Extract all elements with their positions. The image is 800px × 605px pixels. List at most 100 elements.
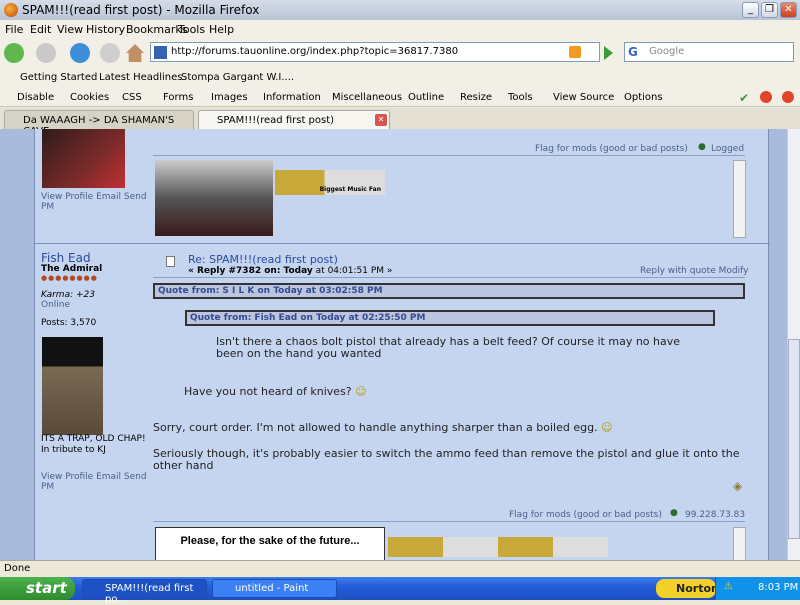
post-frame: View Profile Email Send PM Flag for mods…: [34, 129, 770, 560]
task-paint[interactable]: untitled - Paint: [212, 579, 337, 598]
start-button[interactable]: start: [0, 577, 75, 600]
scrollbar-thumb[interactable]: [788, 339, 800, 539]
navigation-toolbar: http://forums.tauonline.org/index.php?to…: [0, 38, 800, 68]
smiley-icon: ☺: [355, 385, 367, 398]
member-rank: The Admiral: [41, 264, 103, 274]
reply-info: « Reply #7382 on: Today at 04:01:51 PM »: [188, 266, 392, 276]
forward-icon[interactable]: [36, 43, 56, 63]
reload-icon[interactable]: [70, 43, 90, 63]
title-bar: SPAM!!!(read first post) - Mozilla Firef…: [0, 0, 800, 20]
back-icon[interactable]: [4, 43, 24, 63]
tab-shamans-cave[interactable]: Da WAAAGH -> DA SHAMAN'S CAVE: [4, 110, 194, 137]
bookmark-latest-headlines[interactable]: Latest Headlines: [99, 72, 183, 83]
globe-icon: ●: [670, 508, 678, 518]
dev-information[interactable]: Information: [263, 92, 321, 103]
signature-scrollbar[interactable]: [733, 160, 746, 238]
post-count: Posts: 3,570: [41, 318, 97, 328]
user-text: In tribute to KJ: [41, 445, 106, 455]
menu-help[interactable]: Help: [209, 23, 234, 36]
signature-image: [155, 160, 273, 236]
taskbar: start SPAM!!!(read first po... untitled …: [0, 577, 800, 605]
divider: [153, 277, 745, 278]
flag-link[interactable]: Flag for mods (good or bad posts): [535, 144, 688, 154]
dev-resize[interactable]: Resize: [460, 92, 492, 103]
post-title[interactable]: Re: SPAM!!!(read first post): [188, 253, 338, 266]
post-separator: [35, 243, 770, 244]
system-tray: ⚠ 8:03 PM: [715, 577, 800, 600]
rank-stars: ●●●●●●●●: [41, 274, 98, 282]
url-text: http://forums.tauonline.org/index.php?to…: [171, 46, 459, 57]
author-name[interactable]: Fish Ead: [41, 251, 91, 265]
go-icon[interactable]: [604, 46, 613, 60]
banner-images: [388, 537, 608, 557]
report-icon[interactable]: ◈: [733, 479, 742, 493]
avatar: [42, 129, 125, 188]
error-icon[interactable]: [760, 91, 772, 103]
dev-css[interactable]: CSS: [122, 92, 142, 103]
divider: [153, 155, 745, 156]
firefox-icon: [4, 3, 18, 17]
warning-icon[interactable]: [782, 91, 794, 103]
stop-icon[interactable]: [100, 43, 120, 63]
karma: Karma: +23: [41, 290, 95, 300]
tab-label: SPAM!!!(read first post): [217, 115, 335, 126]
menu-history[interactable]: History: [86, 23, 125, 36]
profile-links[interactable]: View Profile Email Send PM: [41, 472, 151, 492]
dev-view-source[interactable]: View Source: [553, 92, 614, 103]
minimize-button[interactable]: _: [742, 2, 759, 18]
norton-label: Norton: [676, 582, 719, 595]
profile-links[interactable]: View Profile Email Send PM: [41, 192, 151, 212]
dev-options[interactable]: Options: [624, 92, 663, 103]
dev-miscellaneous[interactable]: Miscellaneous: [332, 92, 402, 103]
dev-images[interactable]: Images: [211, 92, 248, 103]
dev-forms[interactable]: Forms: [163, 92, 193, 103]
post-text: Seriously though, it's probably easier t…: [153, 447, 740, 472]
home-icon[interactable]: [126, 44, 144, 62]
search-placeholder: Google: [649, 46, 685, 57]
status-bar: Done: [0, 560, 800, 577]
web-developer-toolbar: Disable Cookies CSS Forms Images Informa…: [0, 87, 800, 107]
signature-image: Please, for the sake of the future...: [155, 527, 385, 560]
user-text: ITS A TRAP, OLD CHAP!: [41, 434, 146, 444]
quote-header[interactable]: Quote from: Fish Ead on Today at 02:25:5…: [185, 310, 715, 326]
rss-icon[interactable]: [569, 46, 581, 58]
task-firefox[interactable]: SPAM!!!(read first po...: [82, 579, 207, 605]
dev-tools[interactable]: Tools: [508, 92, 533, 103]
flag-link[interactable]: Flag for mods (good or bad posts): [509, 510, 662, 520]
status-text: Done: [4, 563, 31, 574]
ip-address: 99.228.73.83: [685, 510, 746, 520]
signature-scrollbar[interactable]: [733, 527, 746, 560]
logged-label: Logged: [711, 144, 745, 154]
post-actions[interactable]: Reply with quote Modify: [640, 266, 748, 276]
music-fan-banner: Biggest Music Fan: [275, 170, 385, 195]
page-scrollbar[interactable]: [787, 129, 800, 560]
tab-spam[interactable]: SPAM!!!(read first post) ✕: [198, 110, 390, 129]
dev-outline[interactable]: Outline: [408, 92, 444, 103]
norton-button[interactable]: Norton: [656, 579, 719, 598]
dev-cookies[interactable]: Cookies: [70, 92, 109, 103]
menu-tools[interactable]: Tools: [178, 23, 205, 36]
menu-edit[interactable]: Edit: [30, 23, 51, 36]
menu-view[interactable]: View: [57, 23, 83, 36]
close-button[interactable]: ✕: [780, 2, 797, 18]
dev-disable[interactable]: Disable: [17, 92, 54, 103]
avatar: [42, 337, 103, 435]
signature-text: Please, for the sake of the future...: [180, 535, 360, 547]
maximize-button[interactable]: ❐: [761, 2, 778, 18]
menu-file[interactable]: File: [5, 23, 23, 36]
post-icon: [166, 256, 175, 267]
warning-icon[interactable]: ⚠: [724, 581, 733, 592]
bookmark-stompa[interactable]: Stompa Gargant W.I....: [181, 72, 294, 83]
quote-header[interactable]: Quote from: S I L K on Today at 03:02:58…: [153, 283, 745, 299]
tab-close-icon[interactable]: ✕: [375, 114, 387, 126]
clock: 8:03 PM: [758, 582, 799, 593]
quote-line: Have you not heard of knives? ☺: [184, 385, 367, 398]
bookmark-getting-started[interactable]: Getting Started: [20, 72, 97, 83]
quote-text: Have you not heard of knives?: [184, 385, 352, 398]
url-input[interactable]: http://forums.tauonline.org/index.php?to…: [150, 42, 600, 62]
divider: [153, 521, 745, 522]
search-input[interactable]: G Google: [624, 42, 794, 62]
globe-icon: ●: [698, 142, 706, 152]
task-label: untitled - Paint: [235, 583, 309, 594]
start-label: start: [26, 579, 67, 597]
